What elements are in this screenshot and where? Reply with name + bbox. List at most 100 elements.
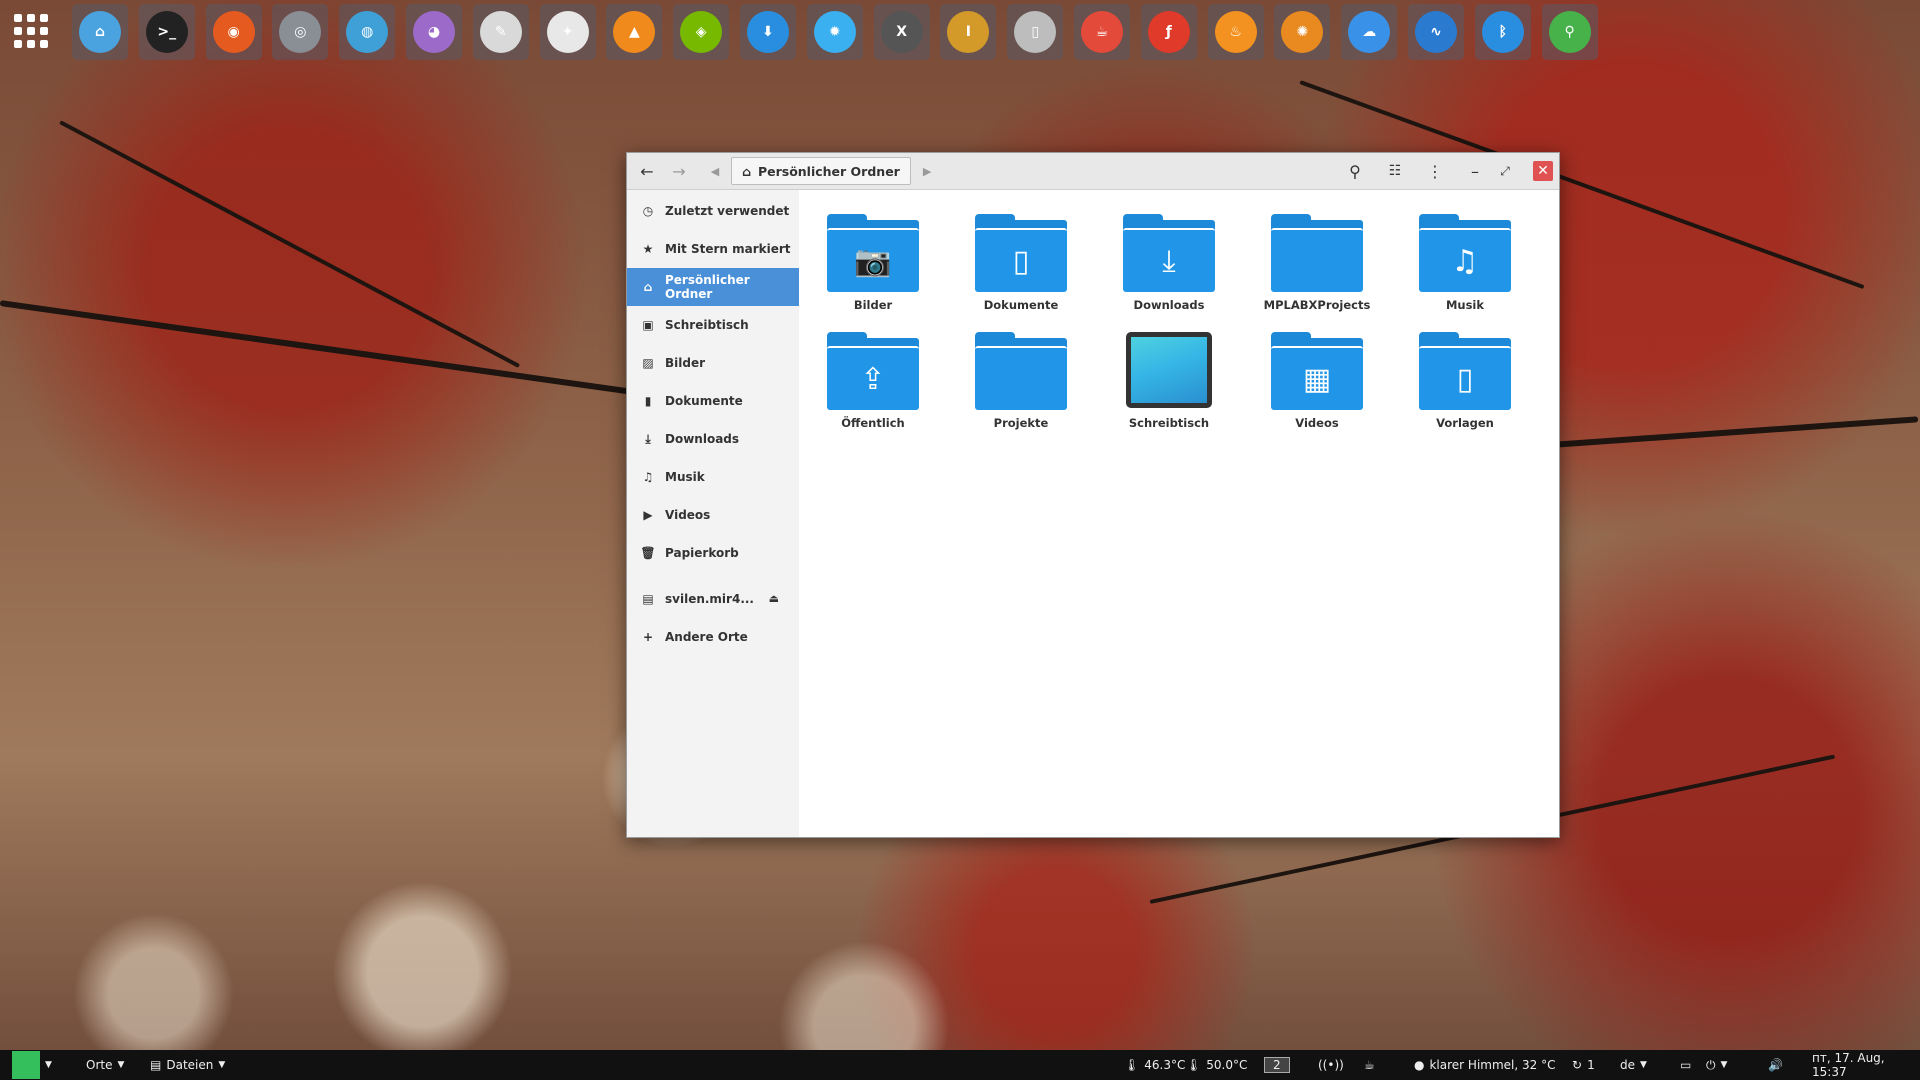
sidebar-item[interactable]: ♫ Musik bbox=[627, 458, 799, 496]
sidebar-item[interactable]: ▣ Schreibtisch bbox=[627, 306, 799, 344]
folder-emblem: ♫ bbox=[1419, 228, 1511, 292]
file-item-label: Schreibtisch bbox=[1128, 416, 1210, 430]
bluetooth-icon[interactable]: ᛒ bbox=[1474, 4, 1531, 60]
chevron-down-icon: ▼ bbox=[1720, 1060, 1728, 1070]
file-item[interactable]: Projekte bbox=[961, 332, 1081, 430]
chevron-down-icon: ▼ bbox=[45, 1060, 52, 1070]
sidebar-item[interactable]: ⌂ Persönlicher Ordner bbox=[627, 268, 799, 306]
file-item[interactable]: ▦ Videos bbox=[1257, 332, 1377, 430]
bottom-panel: ▼ Orte ▼ ▤ Dateien ▼ 🌡 46.3°C 🌡 50.0°C 2… bbox=[0, 1050, 1920, 1080]
manjaro-logo-icon bbox=[12, 1051, 40, 1079]
updates-indicator[interactable]: ↻ 1 bbox=[1572, 1050, 1595, 1080]
sidebar-item-mount[interactable]: ▤ svilen.mir4... ⏏ bbox=[627, 580, 799, 618]
sidebar-item-label: Papierkorb bbox=[665, 546, 739, 560]
file-item[interactable]: ▯ Vorlagen bbox=[1405, 332, 1525, 430]
places-menu[interactable]: Orte ▼ bbox=[86, 1050, 124, 1080]
file-item[interactable]: MPLABXProjects bbox=[1257, 214, 1377, 312]
sidebar-item-label: Videos bbox=[665, 508, 711, 522]
terminal-icon[interactable]: >_ bbox=[138, 4, 195, 60]
minimize-icon[interactable]: – bbox=[1463, 159, 1487, 183]
sidebar-item-label: Musik bbox=[665, 470, 705, 484]
app-grid-icon[interactable] bbox=[14, 14, 48, 48]
chrome-icon[interactable]: ◎ bbox=[272, 4, 329, 60]
sidebar-item-other-places[interactable]: + Andere Orte bbox=[627, 618, 799, 656]
home-icon: ⌂ bbox=[643, 280, 653, 294]
pidgin-icon[interactable]: ◕ bbox=[406, 4, 462, 60]
settings-gear-icon[interactable]: ✹ bbox=[806, 4, 863, 60]
screen-icon[interactable]: ▭ bbox=[1680, 1050, 1691, 1080]
gpu-temp: 🌡 50.0°C bbox=[1186, 1050, 1247, 1080]
web-browser-glyph: ◍ bbox=[346, 11, 389, 53]
sidebar-item[interactable]: 🗑 Papierkorb bbox=[627, 534, 799, 572]
music-icon: ♫ bbox=[642, 470, 654, 484]
inkscape-icon[interactable]: ✦ bbox=[539, 4, 596, 60]
keyboard-layout[interactable]: de ▼ bbox=[1620, 1050, 1647, 1080]
workspace-indicator[interactable]: 2 bbox=[1264, 1050, 1290, 1080]
sidebar-item[interactable]: ◷ Zuletzt verwendet bbox=[627, 192, 799, 230]
file-icon[interactable]: ▯ bbox=[1007, 4, 1064, 60]
sidebar-item[interactable]: ★ Mit Stern markiert bbox=[627, 230, 799, 268]
forward-arrow-icon[interactable]: → bbox=[667, 159, 691, 183]
download-manager-icon[interactable]: ⬇ bbox=[740, 4, 796, 60]
java-icon[interactable]: ☕ bbox=[1074, 4, 1130, 60]
path-right-arrow-icon[interactable]: ▶ bbox=[923, 165, 931, 178]
burn-disc-icon[interactable]: ✺ bbox=[1274, 4, 1331, 60]
temp-value: 46.3°C bbox=[1144, 1058, 1186, 1072]
sidebar-item[interactable]: ⤓ Downloads bbox=[627, 420, 799, 458]
file-item[interactable]: ⇪ Öffentlich bbox=[813, 332, 933, 430]
file-item[interactable]: ♫ Musik bbox=[1405, 214, 1525, 312]
vlc-icon[interactable]: ▲ bbox=[606, 4, 663, 60]
file-item-label: Vorlagen bbox=[1436, 416, 1494, 430]
eject-icon[interactable]: ⏏ bbox=[769, 592, 779, 605]
network-icon[interactable]: ((•)) bbox=[1318, 1050, 1344, 1080]
file-item-label: MPLABXProjects bbox=[1263, 298, 1371, 312]
maximize-icon[interactable]: ⤢ bbox=[1493, 159, 1517, 183]
manjaro-menu-button[interactable]: ▼ bbox=[12, 1050, 52, 1080]
nvidia-icon[interactable]: ◈ bbox=[673, 4, 730, 60]
search-tool-glyph: ⚲ bbox=[1548, 11, 1591, 53]
flash-icon[interactable]: ƒ bbox=[1140, 4, 1197, 60]
search-icon[interactable]: ⚲ bbox=[1343, 159, 1367, 183]
sidebar-item-label: Dokumente bbox=[665, 394, 743, 408]
sidebar-item[interactable]: ▶ Videos bbox=[627, 496, 799, 534]
pidgin-glyph: ◕ bbox=[413, 11, 455, 53]
file-item[interactable]: ⤓ Downloads bbox=[1109, 214, 1229, 312]
volume-icon[interactable]: 🔊 bbox=[1768, 1050, 1783, 1080]
power-menu[interactable]: ⏻ ▼ bbox=[1706, 1050, 1727, 1080]
sidebar-item-label: Schreibtisch bbox=[665, 318, 749, 332]
top-dock: ⌂ >_ ◉ ◎ ◍ ◕ ✎ ✦ ▲ ◈ ⬇ ✹ X I ▯ ☕ ƒ ♨ ✺ ☁ ∿ ᛒ ⚲ bbox=[0, 0, 1920, 62]
menu-dots-icon[interactable]: ⋮ bbox=[1423, 159, 1447, 183]
firefox-icon[interactable]: ◉ bbox=[205, 4, 262, 60]
mplab-ipe-icon[interactable]: I bbox=[940, 4, 997, 60]
recipes-icon[interactable]: ♨ bbox=[1207, 4, 1264, 60]
weather-indicator[interactable]: ● klarer Himmel, 32 °C bbox=[1414, 1050, 1555, 1080]
mplab-xide-icon[interactable]: X bbox=[873, 4, 930, 60]
path-left-arrow-icon[interactable]: ◀ bbox=[703, 159, 727, 183]
clock[interactable]: пт, 17. Aug, 15:37 bbox=[1812, 1050, 1920, 1080]
web-browser-icon[interactable]: ◍ bbox=[339, 4, 396, 60]
folder-icon bbox=[1271, 214, 1363, 292]
sidebar-item[interactable]: ▨ Bilder bbox=[627, 344, 799, 382]
close-icon[interactable]: ✕ bbox=[1533, 161, 1553, 181]
file-item[interactable]: ▯ Dokumente bbox=[961, 214, 1081, 312]
home-folder-icon[interactable]: ⌂ bbox=[72, 4, 128, 60]
file-item[interactable]: Schreibtisch bbox=[1109, 332, 1229, 430]
nvidia-glyph: ◈ bbox=[680, 11, 723, 53]
firefox-glyph: ◉ bbox=[212, 11, 255, 53]
download-icon: ⤓ bbox=[645, 431, 651, 446]
text-editor-icon[interactable]: ✎ bbox=[472, 4, 529, 60]
weather-icon[interactable]: ☁ bbox=[1341, 4, 1398, 60]
coffee-icon[interactable]: ☕ bbox=[1364, 1050, 1375, 1080]
view-toggle-icon[interactable]: ☷ bbox=[1383, 159, 1407, 183]
oscilloscope-icon[interactable]: ∿ bbox=[1408, 4, 1464, 60]
sidebar-item-label: svilen.mir4... bbox=[665, 592, 754, 606]
public-folder-icon: ⇪ bbox=[827, 332, 919, 410]
desktop-folder-icon bbox=[1126, 332, 1212, 408]
sidebar-item[interactable]: ▮ Dokumente bbox=[627, 382, 799, 420]
path-button-home[interactable]: ⌂ Persönlicher Ordner bbox=[731, 157, 911, 185]
search-tool-icon[interactable]: ⚲ bbox=[1541, 4, 1598, 60]
back-arrow-icon[interactable]: ← bbox=[635, 159, 659, 183]
sidebar-item-label: Bilder bbox=[665, 356, 706, 370]
files-app-menu[interactable]: ▤ Dateien ▼ bbox=[150, 1050, 225, 1080]
file-item[interactable]: 📷 Bilder bbox=[813, 214, 933, 312]
